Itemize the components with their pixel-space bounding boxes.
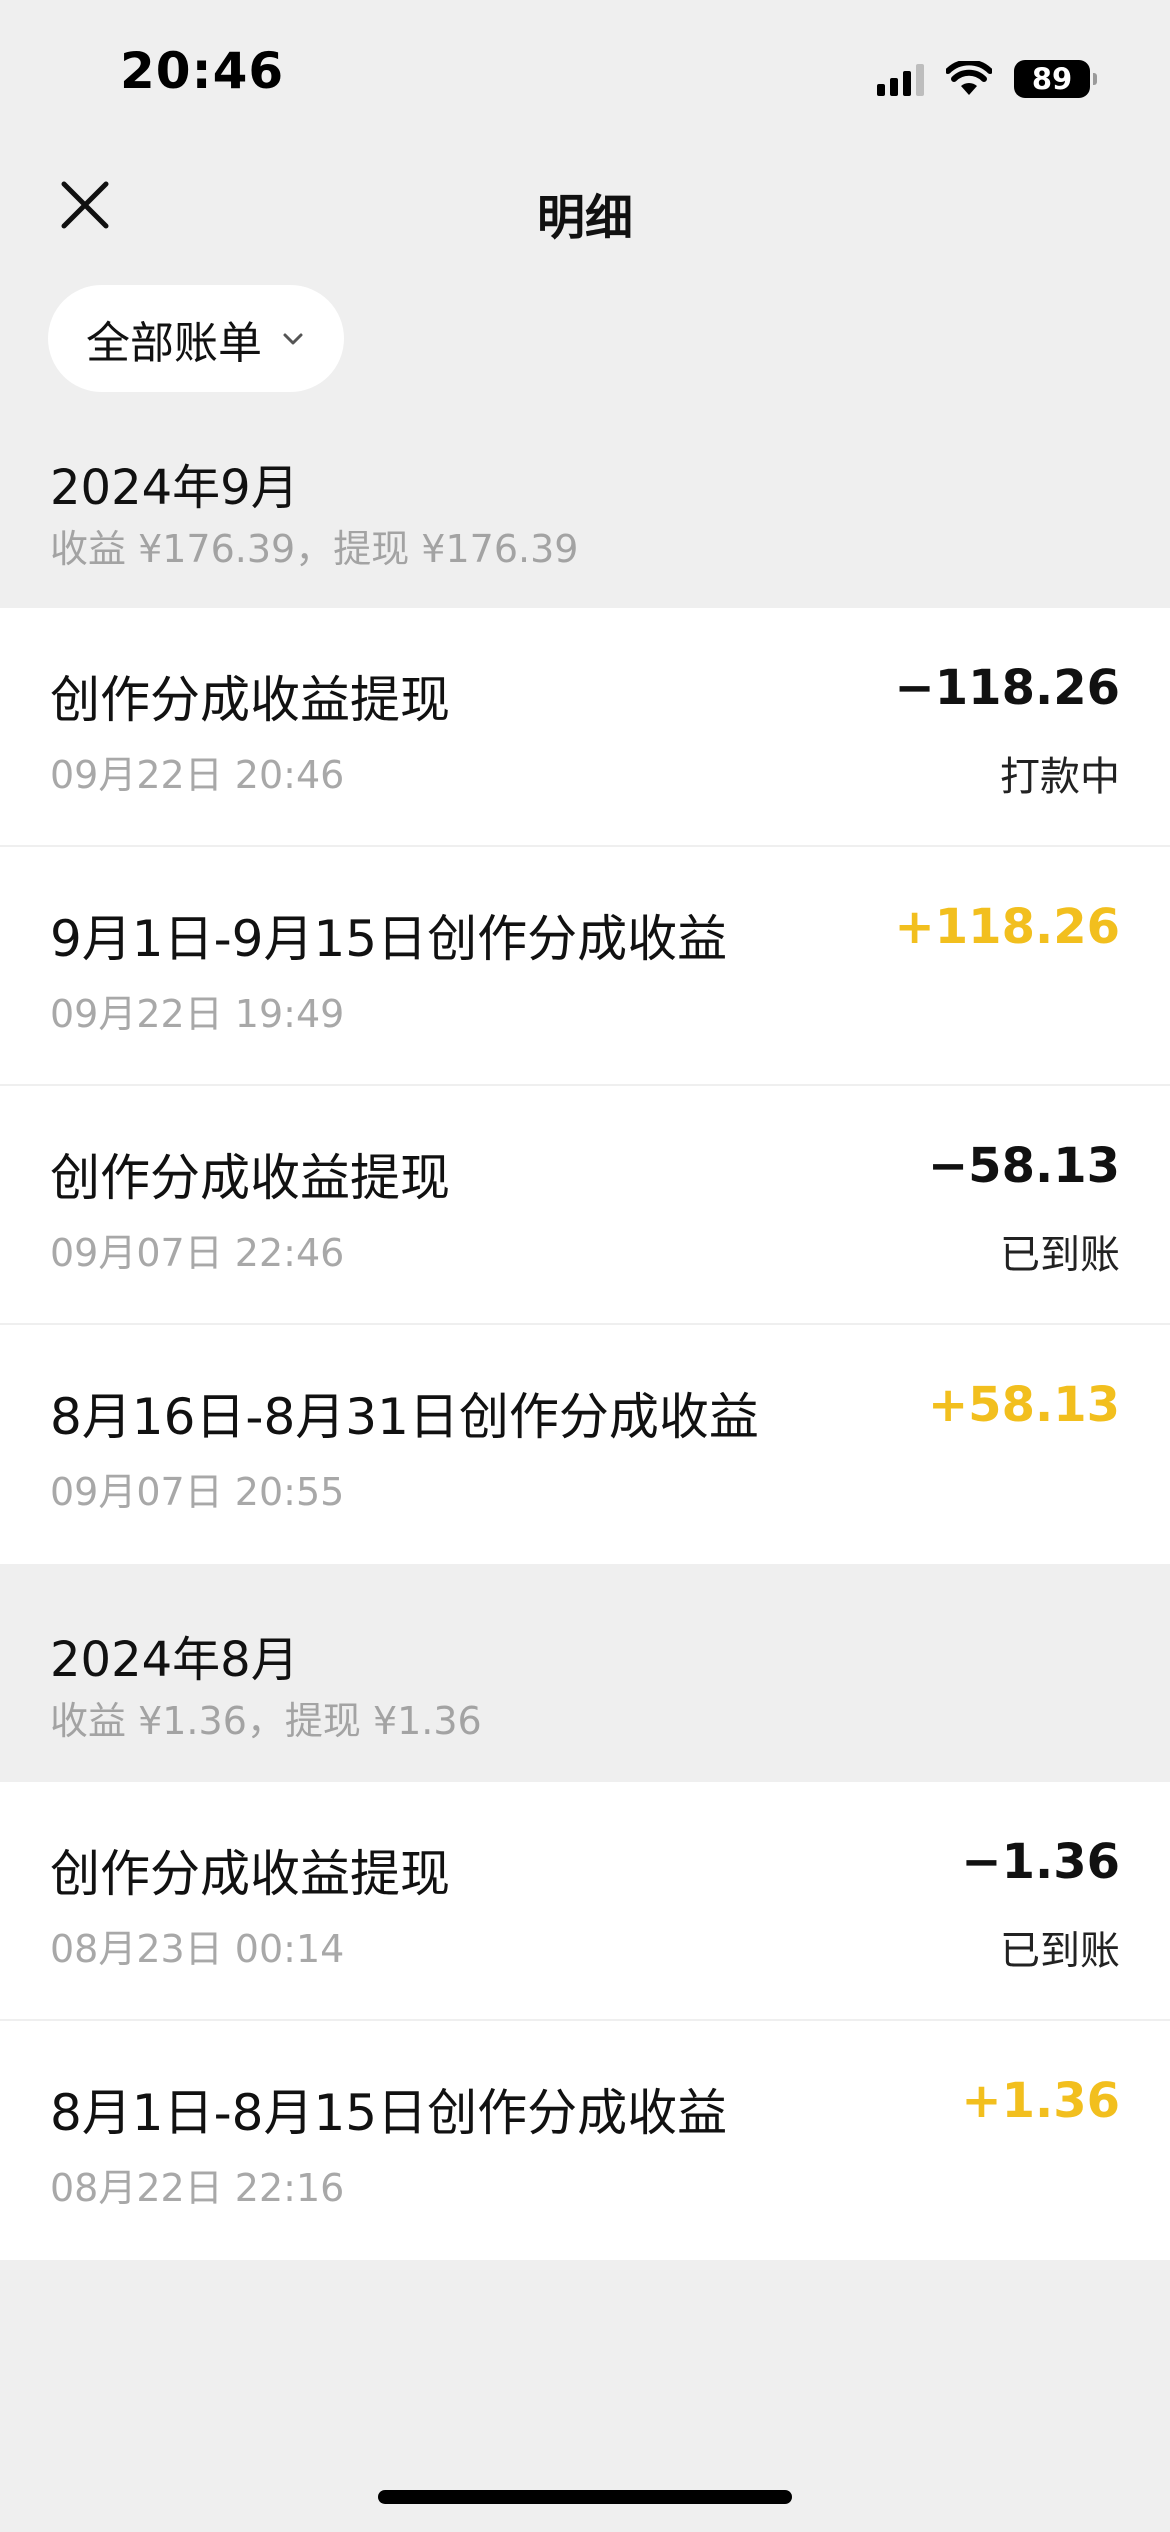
transaction-date: 08月23日 00:14	[50, 1927, 345, 1971]
transaction-date: 09月22日 19:49	[50, 992, 345, 1036]
wifi-icon	[946, 61, 992, 95]
transaction-title: 8月1日-8月15日创作分成收益	[50, 2084, 728, 2142]
transaction-title: 创作分成收益提现	[50, 1845, 450, 1903]
transaction-amount: −1.36	[961, 1834, 1120, 1890]
chevron-down-icon	[283, 333, 303, 344]
transaction-date: 09月22日 20:46	[50, 753, 345, 797]
transaction-status: 已到账	[1000, 1232, 1120, 1278]
cellular-signal-icon	[877, 62, 924, 96]
bill-filter-dropdown[interactable]: 全部账单	[48, 285, 344, 392]
transaction-list-september: 创作分成收益提现 09月22日 20:46 −118.26 打款中 9月1日-9…	[0, 608, 1170, 1564]
transaction-title: 9月1日-9月15日创作分成收益	[50, 910, 728, 968]
status-time: 20:46	[120, 42, 285, 100]
transaction-amount: −118.26	[894, 660, 1120, 716]
transaction-title: 8月16日-8月31日创作分成收益	[50, 1388, 759, 1446]
page-title: 明细	[536, 190, 633, 246]
transaction-date: 09月07日 20:55	[50, 1470, 345, 1514]
battery-icon: 89	[1014, 60, 1097, 98]
transaction-row[interactable]: 创作分成收益提现 09月22日 20:46 −118.26 打款中	[0, 608, 1170, 847]
battery-level: 89	[1031, 62, 1073, 96]
transaction-row[interactable]: 创作分成收益提现 09月07日 22:46 −58.13 已到账	[0, 1086, 1170, 1325]
transaction-list-august: 创作分成收益提现 08月23日 00:14 −1.36 已到账 8月1日-8月1…	[0, 1782, 1170, 2260]
transaction-title: 创作分成收益提现	[50, 671, 450, 729]
month-title: 2024年9月	[50, 460, 299, 516]
month-header-september: 2024年9月 收益 ¥176.39，提现 ¥176.39	[0, 440, 1170, 610]
transaction-row[interactable]: 8月1日-8月15日创作分成收益 08月22日 22:16 +1.36	[0, 2021, 1170, 2260]
month-header-august: 2024年8月 收益 ¥1.36，提现 ¥1.36	[0, 1564, 1170, 1782]
transaction-amount: +58.13	[927, 1377, 1120, 1433]
transaction-amount: −58.13	[927, 1138, 1120, 1194]
transaction-status: 打款中	[1000, 754, 1120, 800]
month-title: 2024年8月	[50, 1632, 299, 1688]
transaction-status: 已到账	[1000, 1928, 1120, 1974]
transaction-amount: +1.36	[961, 2073, 1120, 2129]
transaction-row[interactable]: 9月1日-9月15日创作分成收益 09月22日 19:49 +118.26	[0, 847, 1170, 1086]
home-indicator[interactable]	[378, 2490, 792, 2504]
status-bar: 20:46 89	[0, 0, 1170, 150]
status-icons: 89	[877, 54, 1097, 104]
month-summary: 收益 ¥176.39，提现 ¥176.39	[50, 527, 579, 571]
transaction-title: 创作分成收益提现	[50, 1149, 450, 1207]
transaction-amount: +118.26	[894, 899, 1120, 955]
transaction-row[interactable]: 创作分成收益提现 08月23日 00:14 −1.36 已到账	[0, 1782, 1170, 2021]
transaction-row[interactable]: 8月16日-8月31日创作分成收益 09月07日 20:55 +58.13	[0, 1325, 1170, 1564]
filter-label: 全部账单	[86, 317, 262, 369]
transaction-date: 08月22日 22:16	[50, 2166, 345, 2210]
month-summary: 收益 ¥1.36，提现 ¥1.36	[50, 1699, 482, 1743]
transaction-date: 09月07日 22:46	[50, 1231, 345, 1275]
